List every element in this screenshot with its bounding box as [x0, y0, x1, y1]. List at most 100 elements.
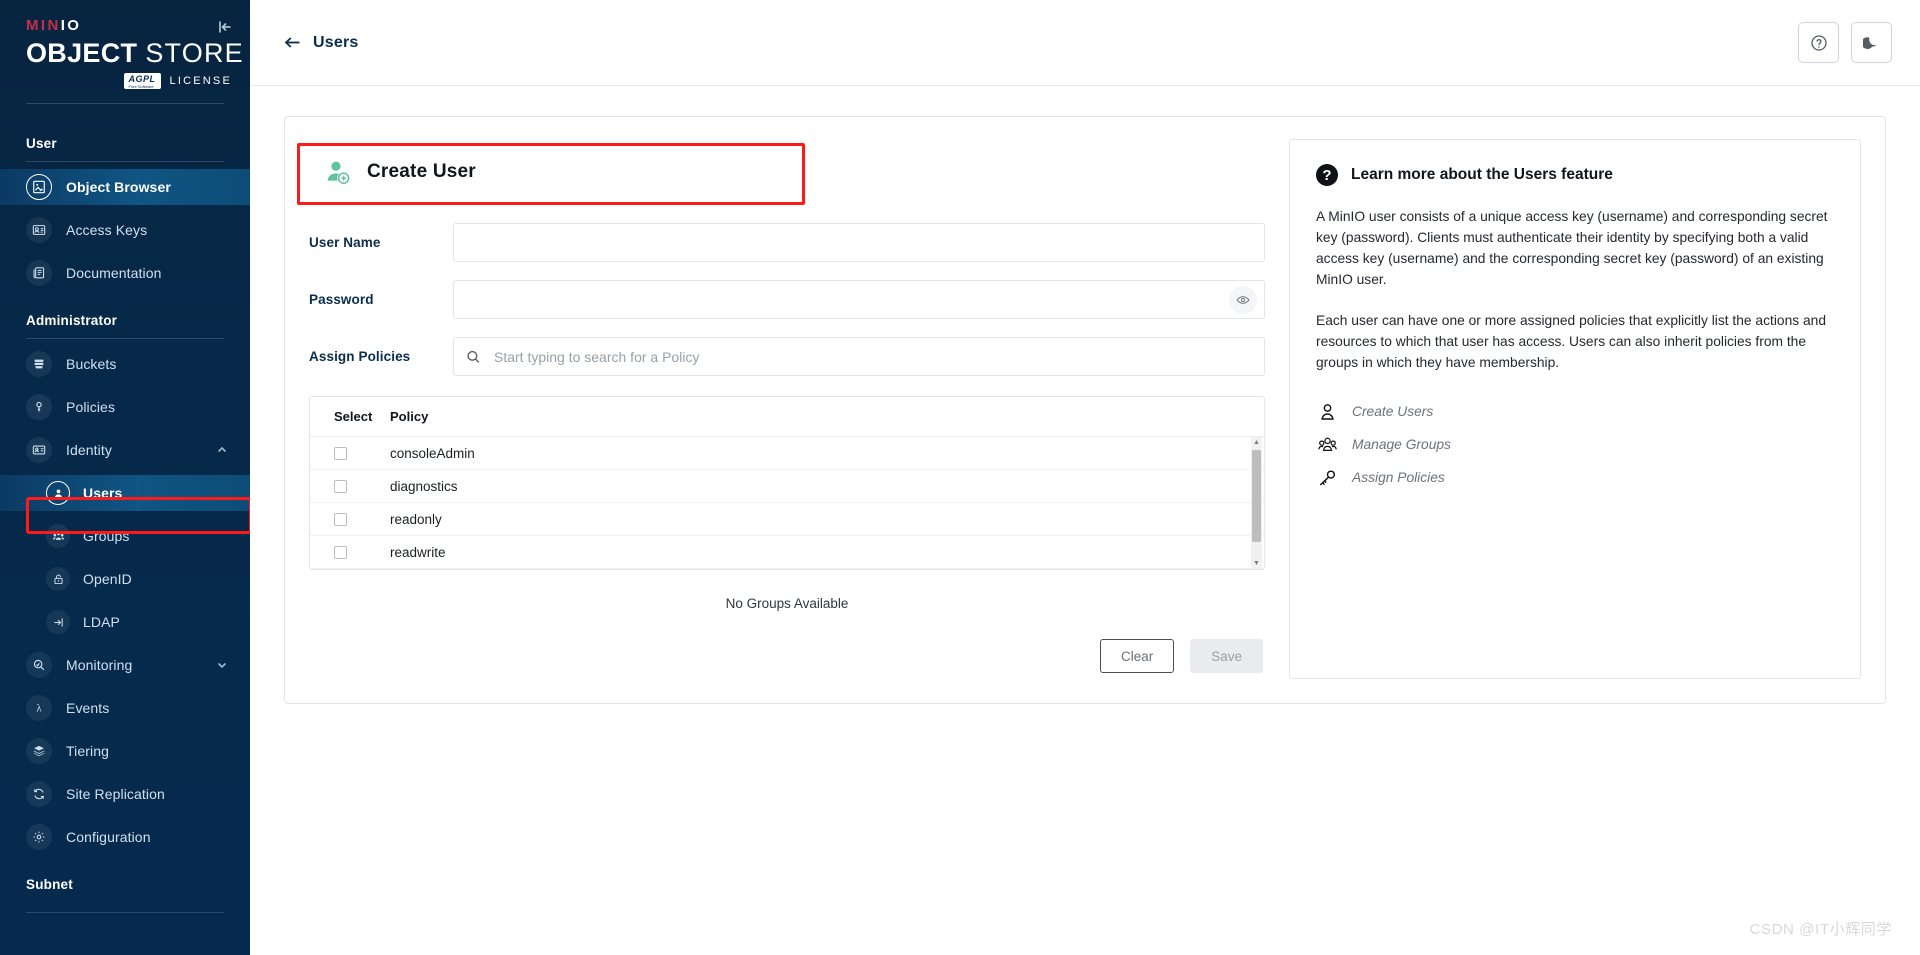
sidebar-item-policies[interactable]: Policies	[0, 389, 250, 425]
policy-table-body: consoleAdmin diagnostics readonly readwr…	[310, 437, 1264, 569]
sidebar-item-label: Events	[66, 700, 110, 717]
scroll-up-arrow-icon[interactable]: ▲	[1253, 437, 1260, 448]
policy-checkbox-cell[interactable]	[334, 446, 390, 460]
scroll-down-arrow-icon[interactable]: ▼	[1253, 558, 1260, 569]
policy-checkbox-cell[interactable]	[334, 545, 390, 559]
sidebar-item-events[interactable]: λ Events	[0, 690, 250, 726]
eye-icon[interactable]	[1229, 285, 1257, 314]
agpl-badge-text: AGPL	[128, 74, 156, 84]
sidebar-item-tiering[interactable]: Tiering	[0, 733, 250, 769]
clear-button[interactable]: Clear	[1099, 639, 1175, 673]
sidebar-item-configuration[interactable]: Configuration	[0, 819, 250, 855]
person-icon	[1316, 403, 1338, 421]
identity-icon	[26, 437, 52, 464]
help-paragraph-2: Each user can have one or more assigned …	[1316, 313, 1826, 370]
policy-checkbox-cell[interactable]	[334, 479, 390, 493]
help-panel: ? Learn more about the Users feature A M…	[1289, 139, 1861, 679]
policy-table: Select Policy consoleAdmin diagnostics r…	[309, 396, 1265, 570]
monitoring-icon	[26, 652, 52, 679]
sidebar-item-label: Identity	[66, 442, 112, 459]
user-name-row: User Name	[309, 223, 1265, 262]
help-link-label: Assign Policies	[1352, 470, 1445, 485]
search-icon	[466, 349, 481, 364]
people-icon	[1316, 436, 1338, 454]
buckets-icon	[26, 351, 52, 378]
logo-divider	[26, 103, 224, 105]
table-row[interactable]: consoleAdmin	[310, 437, 1264, 470]
help-link-manage-groups[interactable]: Manage Groups	[1316, 428, 1834, 461]
logo-object-text: OBJECT	[26, 38, 138, 68]
chevron-up-icon[interactable]	[216, 444, 228, 456]
policy-name: readonly	[390, 511, 442, 527]
sidebar-item-access-keys[interactable]: Access Keys	[0, 212, 250, 248]
topbar-actions	[1798, 22, 1892, 63]
form-buttons: Clear Save	[309, 639, 1265, 673]
user-name-input[interactable]	[453, 223, 1265, 262]
question-mark-icon: ?	[1316, 164, 1338, 186]
password-input[interactable]	[453, 280, 1265, 319]
openid-icon	[46, 567, 70, 592]
table-row[interactable]: readwrite	[310, 536, 1264, 569]
help-link-create-users[interactable]: Create Users	[1316, 395, 1834, 428]
sidebar-section-administrator: Administrator	[26, 313, 118, 329]
svg-text:λ: λ	[36, 704, 42, 715]
help-paragraph-1: A MinIO user consists of a unique access…	[1316, 209, 1828, 287]
policy-table-scrollbar[interactable]: ▲ ▼	[1251, 437, 1262, 569]
sidebar-item-label: Object Browser	[66, 179, 171, 196]
access-keys-icon	[26, 217, 52, 244]
topbar: Users	[250, 0, 1920, 86]
sidebar-item-label: Groups	[83, 528, 130, 545]
policy-search-input[interactable]	[453, 337, 1265, 376]
sidebar-item-label: OpenID	[83, 571, 132, 588]
policy-col-policy: Policy	[390, 409, 429, 424]
help-link-assign-policies[interactable]: Assign Policies	[1316, 461, 1834, 494]
key-icon	[1316, 469, 1338, 487]
back-arrow-icon[interactable]	[284, 35, 301, 50]
sidebar-item-monitoring[interactable]: Monitoring	[0, 647, 250, 683]
policy-name: consoleAdmin	[390, 445, 475, 461]
sidebar-item-label: Access Keys	[66, 222, 148, 239]
chevron-down-icon[interactable]	[216, 659, 228, 671]
add-user-icon	[323, 157, 353, 187]
help-icon[interactable]	[1798, 22, 1839, 63]
sidebar-item-documentation[interactable]: Documentation	[0, 255, 250, 291]
help-panel-title: Learn more about the Users feature	[1351, 166, 1613, 183]
create-user-header: Create User	[297, 139, 1265, 205]
table-row[interactable]: readonly	[310, 503, 1264, 536]
policy-checkbox[interactable]	[334, 479, 347, 493]
policy-checkbox[interactable]	[334, 545, 347, 559]
ldap-icon	[46, 610, 70, 635]
sidebar-item-ldap[interactable]: LDAP	[0, 604, 250, 640]
sidebar-item-buckets[interactable]: Buckets	[0, 346, 250, 382]
sidebar-item-groups[interactable]: Groups	[0, 518, 250, 554]
section-rule-administrator	[26, 338, 224, 340]
user-name-label: User Name	[309, 235, 381, 250]
tiering-icon	[26, 738, 52, 765]
collapse-sidebar-icon[interactable]	[214, 16, 236, 38]
sidebar-section-subnet: Subnet	[26, 877, 73, 893]
logo-store-text: STORE	[145, 38, 244, 68]
dark-mode-icon[interactable]	[1851, 22, 1892, 63]
assign-policies-label: Assign Policies	[309, 349, 411, 364]
sidebar-item-label: Users	[83, 485, 123, 502]
help-link-label: Manage Groups	[1352, 437, 1451, 452]
sidebar-item-identity[interactable]: Identity	[0, 432, 250, 468]
sidebar-item-label: Buckets	[66, 356, 117, 373]
help-links: Create Users Manage Groups Assign Polici…	[1316, 395, 1834, 494]
scrollbar-thumb[interactable]	[1252, 450, 1261, 542]
groups-icon	[46, 524, 70, 549]
sidebar-item-openid[interactable]: OpenID	[0, 561, 250, 597]
table-row[interactable]: diagnostics	[310, 470, 1264, 503]
sidebar-item-object-browser[interactable]: Object Browser	[0, 169, 250, 206]
sidebar-item-site-replication[interactable]: Site Replication	[0, 776, 250, 812]
brand-io: IO	[60, 17, 82, 34]
sidebar-item-label: Policies	[66, 399, 116, 416]
sidebar-item-users[interactable]: Users	[0, 475, 250, 512]
create-user-panel: Create User User Name Password Assign Po…	[284, 116, 1886, 704]
policy-checkbox[interactable]	[334, 512, 347, 526]
users-icon	[46, 481, 70, 506]
save-button[interactable]: Save	[1190, 639, 1263, 673]
policy-name: readwrite	[390, 544, 446, 560]
policy-checkbox[interactable]	[334, 446, 347, 460]
policy-checkbox-cell[interactable]	[334, 512, 390, 526]
